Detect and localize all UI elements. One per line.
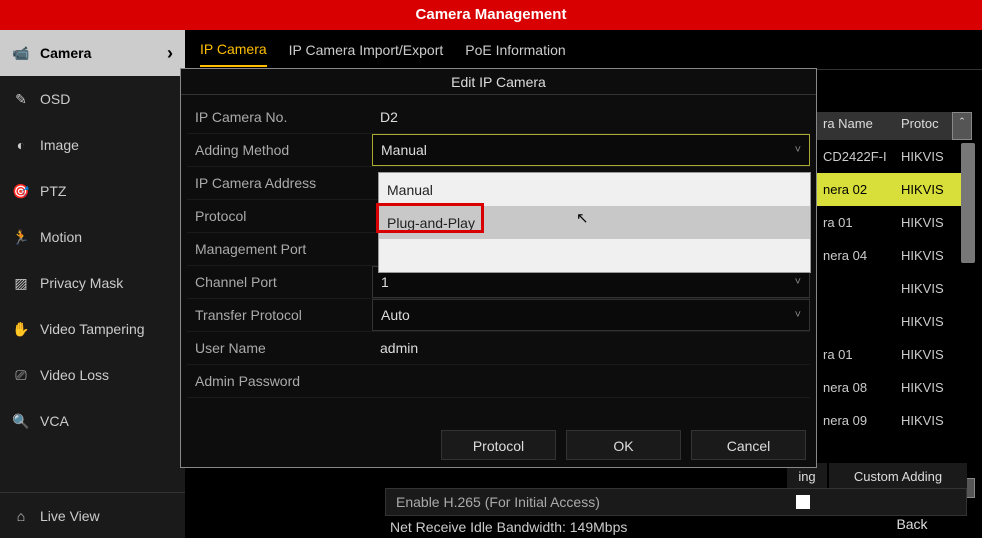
label-protocol: Protocol — [187, 208, 372, 224]
sidebar-item-label: OSD — [40, 91, 70, 107]
input-username[interactable]: admin — [372, 332, 810, 364]
cell-protocol: HIKVIS — [897, 277, 957, 300]
input-admin-password[interactable] — [372, 365, 810, 397]
cell-protocol: HIKVIS — [897, 376, 957, 399]
table-row[interactable]: nera 08 HIKVIS — [817, 371, 972, 404]
cell-name — [817, 318, 897, 326]
cursor-icon: ↖ — [576, 209, 589, 227]
table-row[interactable]: ra 01 HIKVIS — [817, 206, 972, 239]
table-row[interactable]: HIKVIS — [817, 305, 972, 338]
label-camera-no: IP Camera No. — [187, 109, 372, 125]
sidebar-item-label: PTZ — [40, 183, 66, 199]
label-adding-method: Adding Method — [187, 142, 372, 158]
sidebar-item-tampering[interactable]: ✋ Video Tampering — [0, 306, 185, 352]
label-transfer-protocol: Transfer Protocol — [187, 307, 372, 323]
vertical-scrollbar[interactable] — [961, 143, 975, 263]
cell-name: ra 01 — [817, 211, 897, 234]
enable-h265-label: Enable H.265 (For Initial Access) — [396, 494, 600, 510]
cell-name: ra 01 — [817, 343, 897, 366]
cell-name: nera 02 — [817, 178, 897, 201]
sidebar-item-label: Camera — [40, 45, 91, 61]
sidebar-item-image[interactable]: ◐ Image — [0, 122, 185, 168]
sidebar-item-label: Video Loss — [40, 367, 109, 383]
sidebar-item-label: VCA — [40, 413, 69, 429]
cancel-button[interactable]: Cancel — [691, 430, 806, 460]
select-adding-method[interactable]: Manual — [372, 134, 810, 166]
table-row[interactable]: CD2422F-I HIKVIS — [817, 140, 972, 173]
cell-name: nera 09 — [817, 409, 897, 432]
bandwidth-text: Net Receive Idle Bandwidth: 149Mbps — [390, 519, 627, 535]
tab-ip-camera[interactable]: IP Camera — [200, 33, 267, 67]
sidebar-item-liveview[interactable]: ⌂ Live View — [0, 492, 185, 538]
privacy-mask-icon: ▨ — [12, 274, 30, 292]
sidebar-item-ptz[interactable]: 🎯 PTZ — [0, 168, 185, 214]
table-row[interactable]: HIKVIS — [817, 272, 972, 305]
select-transfer-protocol[interactable]: Auto — [372, 299, 810, 331]
sidebar: 📹 Camera ✎ OSD ◐ Image 🎯 PTZ 🏃 Motion ▨ … — [0, 30, 185, 538]
cell-name: nera 08 — [817, 376, 897, 399]
ok-button[interactable]: OK — [566, 430, 681, 460]
sidebar-item-label: Video Tampering — [40, 321, 145, 337]
vca-icon: 🔍 — [12, 412, 30, 430]
motion-icon: 🏃 — [12, 228, 30, 246]
cell-protocol: HIKVIS — [897, 178, 957, 201]
cell-protocol: HIKVIS — [897, 310, 957, 333]
cell-protocol: HIKVIS — [897, 211, 957, 234]
label-mgmt-port: Management Port — [187, 241, 372, 257]
cell-protocol: HIKVIS — [897, 409, 957, 432]
sidebar-item-camera[interactable]: 📹 Camera — [0, 30, 185, 76]
home-icon: ⌂ — [12, 507, 30, 525]
ptz-icon: 🎯 — [12, 182, 30, 200]
cell-protocol: HIKVIS — [897, 244, 957, 267]
camera-list-table: ra Name Protoc ˆ CD2422F-I HIKVIS nera 0… — [817, 112, 972, 437]
page-title: Camera Management — [0, 0, 982, 30]
table-row[interactable]: ra 01 HIKVIS — [817, 338, 972, 371]
sidebar-item-privacy[interactable]: ▨ Privacy Mask — [0, 260, 185, 306]
column-camera-name: ra Name — [817, 112, 897, 140]
osd-icon: ✎ — [12, 90, 30, 108]
table-row[interactable]: nera 04 HIKVIS — [817, 239, 972, 272]
sidebar-item-osd[interactable]: ✎ OSD — [0, 76, 185, 122]
label-admin-password: Admin Password — [187, 373, 372, 389]
cell-name: nera 04 — [817, 244, 897, 267]
scroll-up-button[interactable]: ˆ — [952, 112, 972, 140]
cell-protocol: HIKVIS — [897, 145, 957, 168]
sidebar-item-label: Privacy Mask — [40, 275, 123, 291]
edit-ip-camera-dialog: Edit IP Camera IP Camera No. D2 Adding M… — [180, 68, 817, 468]
table-row[interactable]: nera 02 HIKVIS — [817, 173, 972, 206]
back-button[interactable]: Back — [857, 510, 967, 538]
dropdown-option-plug-and-play[interactable]: Plug-and-Play — [379, 206, 810, 239]
enable-h265-checkbox[interactable] — [796, 495, 810, 509]
video-tampering-icon: ✋ — [12, 320, 30, 338]
cell-name: CD2422F-I — [817, 145, 897, 168]
sidebar-item-vca[interactable]: 🔍 VCA — [0, 398, 185, 444]
table-row[interactable]: nera 09 HIKVIS — [817, 404, 972, 437]
tabs: IP Camera IP Camera Import/Export PoE In… — [185, 30, 982, 70]
sidebar-item-label: Live View — [40, 508, 100, 524]
sidebar-item-label: Image — [40, 137, 79, 153]
tab-poe[interactable]: PoE Information — [465, 34, 565, 66]
sidebar-item-label: Motion — [40, 229, 82, 245]
column-protocol: Protoc — [897, 112, 952, 140]
sidebar-item-videoloss[interactable]: ⎚ Video Loss — [0, 352, 185, 398]
sidebar-item-motion[interactable]: 🏃 Motion — [0, 214, 185, 260]
cell-name — [817, 285, 897, 293]
label-username: User Name — [187, 340, 372, 356]
protocol-button[interactable]: Protocol — [441, 430, 556, 460]
custom-adding-button[interactable]: Custom Adding — [829, 463, 967, 490]
video-loss-icon: ⎚ — [12, 366, 30, 384]
image-icon: ◐ — [12, 136, 30, 154]
adding-method-dropdown: Manual Plug-and-Play — [378, 172, 811, 273]
label-channel-port: Channel Port — [187, 274, 372, 290]
label-camera-address: IP Camera Address — [187, 175, 372, 191]
camera-icon: 📹 — [12, 44, 30, 62]
dialog-title: Edit IP Camera — [181, 69, 816, 95]
dropdown-option-blank[interactable] — [379, 239, 810, 272]
cell-protocol: HIKVIS — [897, 343, 957, 366]
tab-import-export[interactable]: IP Camera Import/Export — [289, 34, 444, 66]
value-camera-no: D2 — [372, 101, 810, 133]
dropdown-option-manual[interactable]: Manual — [379, 173, 810, 206]
